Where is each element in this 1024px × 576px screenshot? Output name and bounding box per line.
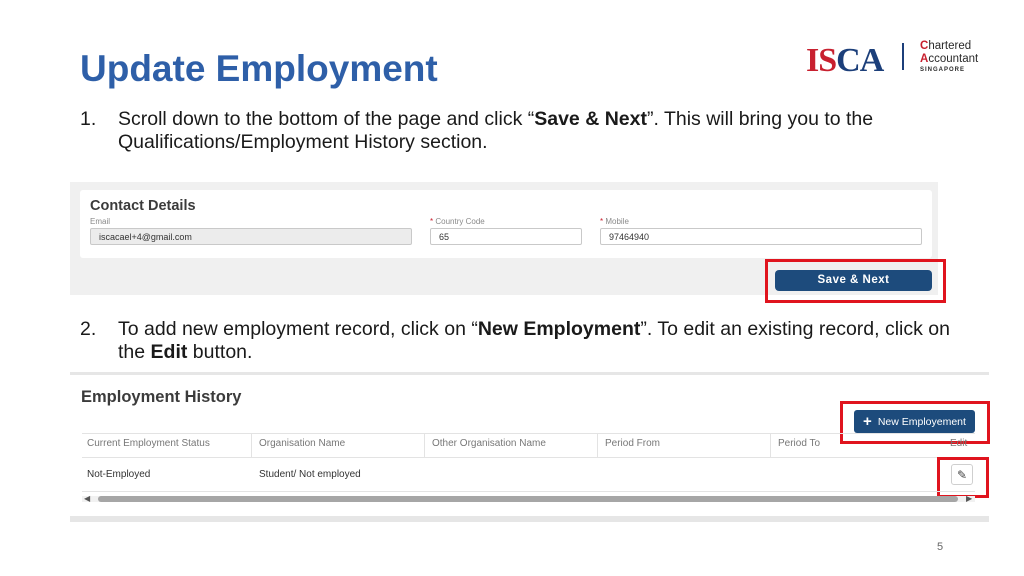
column-header: Edit [950, 438, 968, 449]
column-header: Period From [605, 438, 661, 449]
email-label: Email [90, 217, 111, 226]
scroll-left-arrow-icon[interactable]: ◀ [84, 494, 90, 504]
table-row-border [82, 491, 975, 492]
highlight-new-employment [840, 401, 990, 444]
highlight-save-button [765, 259, 946, 303]
step-number: 2. [80, 318, 97, 340]
mobile-field[interactable]: 97464940 [600, 228, 922, 245]
column-header: Organisation Name [259, 438, 346, 449]
slide-title: Update Employment [80, 48, 438, 89]
scroll-right-arrow-icon[interactable]: ▶ [966, 494, 972, 504]
table-cell-organisation: Student/ Not employed [259, 469, 361, 480]
column-header: Current Employment Status [87, 438, 210, 449]
country-code-field[interactable]: 65 [430, 228, 582, 245]
column-divider [424, 433, 425, 457]
contact-details-title: Contact Details [90, 198, 196, 214]
step-text: Scroll down to the bottom of the page an… [118, 108, 874, 153]
employment-history-title: Employment History [81, 388, 242, 406]
country-code-label: * Country Code [430, 217, 485, 226]
table-cell-status: Not-Employed [87, 469, 151, 480]
table-header-bottom-border [82, 457, 975, 458]
email-field[interactable]: iscacael+4@gmail.com [90, 228, 412, 245]
column-header: Period To [778, 438, 821, 449]
column-divider [597, 433, 598, 457]
page-number: 5 [937, 541, 944, 553]
mobile-label: * Mobile [600, 217, 629, 226]
table-header-top-border [82, 433, 975, 434]
column-header: Other Organisation Name [432, 438, 546, 449]
contact-details-card: Contact Details Email iscacael+4@gmail.c… [80, 190, 932, 258]
logo-divider [902, 43, 904, 70]
column-divider [251, 433, 252, 457]
logo-text: Chartered Accountant SINGAPORE [920, 40, 979, 73]
step-text: To add new employment record, click on “… [118, 318, 950, 363]
column-divider [770, 433, 771, 457]
isca-wordmark: ISCA [806, 42, 884, 79]
scrollbar-thumb[interactable] [98, 496, 958, 502]
step-number: 1. [80, 108, 97, 130]
isca-logo: ISCA Chartered Accountant SINGAPORE [806, 38, 986, 79]
